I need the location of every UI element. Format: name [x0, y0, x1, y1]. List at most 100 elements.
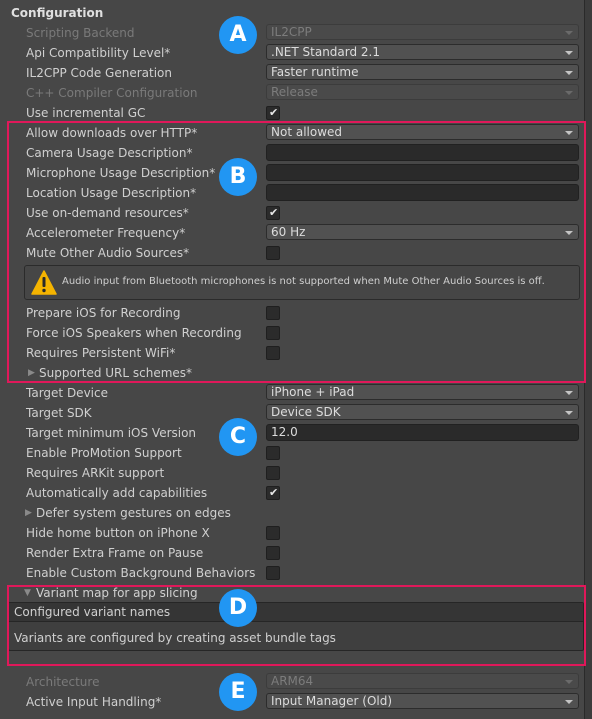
label-location-usage: Location Usage Description*	[26, 186, 197, 200]
dropdown-value: ARM64	[271, 674, 314, 688]
foldout-url-schemes[interactable]: ▶ Supported URL schemes*	[0, 363, 584, 383]
chevron-down-icon	[565, 71, 573, 75]
row-extra-frame: Render Extra Frame on Pause	[0, 543, 584, 563]
checkbox-incremental-gc[interactable]: ✔	[266, 106, 280, 120]
row-persistent-wifi: Requires Persistent WiFi*	[0, 343, 584, 363]
label-defer-gestures: Defer system gestures on edges	[36, 506, 231, 520]
row-location-usage: Location Usage Description*	[0, 183, 584, 203]
caret-right-icon: ▶	[25, 508, 32, 518]
row-scripting-backend: Scripting Backend IL2CPP	[0, 23, 584, 43]
row-microphone-usage: Microphone Usage Description*	[0, 163, 584, 183]
checkbox-force-speakers[interactable]	[266, 326, 280, 340]
row-mute-audio: Mute Other Audio Sources*	[0, 243, 584, 263]
warning-helpbox: Audio input from Bluetooth microphones i…	[24, 265, 580, 300]
row-force-speakers: Force iOS Speakers when Recording	[0, 323, 584, 343]
row-input-handling: Active Input Handling* Input Manager (Ol…	[0, 692, 584, 712]
row-target-sdk: Target SDK Device SDK	[0, 403, 584, 423]
dropdown-value: Release	[271, 85, 318, 99]
label-scripting-backend: Scripting Backend	[26, 26, 135, 40]
input-camera-usage[interactable]	[266, 144, 579, 161]
dropdown-value: Device SDK	[271, 405, 341, 419]
chevron-down-icon	[565, 131, 573, 135]
row-camera-usage: Camera Usage Description*	[0, 143, 584, 163]
dropdown-api-compat[interactable]: .NET Standard 2.1	[266, 44, 579, 60]
row-incremental-gc: Use incremental GC ✔	[0, 103, 584, 123]
warning-text: Audio input from Bluetooth microphones i…	[62, 276, 545, 287]
checkbox-auto-caps[interactable]: ✔	[266, 486, 280, 500]
caret-right-icon: ▶	[28, 368, 35, 378]
label-persistent-wifi: Requires Persistent WiFi*	[26, 346, 176, 360]
row-auto-caps: Automatically add capabilities ✔	[0, 483, 584, 503]
label-il2cpp-codegen: IL2CPP Code Generation	[26, 66, 173, 80]
warning-icon	[31, 270, 57, 295]
row-promotion: Enable ProMotion Support	[0, 443, 584, 463]
dropdown-value: 60 Hz	[271, 225, 306, 239]
dropdown-target-sdk[interactable]: Device SDK	[266, 404, 579, 420]
row-target-device: Target Device iPhone + iPad	[0, 383, 584, 403]
checkbox-custom-bg[interactable]	[266, 566, 280, 580]
label-incremental-gc: Use incremental GC	[26, 106, 146, 120]
chevron-down-icon	[565, 231, 573, 235]
row-architecture: Architecture ARM64	[0, 672, 584, 692]
label-cpp-compiler: C++ Compiler Configuration	[26, 86, 198, 100]
chevron-down-icon	[565, 51, 573, 55]
dropdown-architecture: ARM64	[266, 673, 579, 689]
dropdown-allow-http[interactable]: Not allowed	[266, 124, 579, 140]
checkbox-extra-frame[interactable]	[266, 546, 280, 560]
label-prepare-recording: Prepare iOS for Recording	[26, 306, 181, 320]
row-api-compat: Api Compatibility Level* .NET Standard 2…	[0, 43, 584, 63]
label-allow-http: Allow downloads over HTTP*	[26, 126, 198, 140]
checkbox-mute-audio[interactable]	[266, 246, 280, 260]
label-input-handling: Active Input Handling*	[26, 695, 162, 709]
variant-list-header: Configured variant names	[9, 603, 583, 622]
checkbox-prepare-recording[interactable]	[266, 306, 280, 320]
dropdown-il2cpp-codegen[interactable]: Faster runtime	[266, 64, 579, 80]
label-promotion: Enable ProMotion Support	[26, 446, 182, 460]
checkmark-icon: ✔	[269, 106, 279, 119]
row-custom-bg: Enable Custom Background Behaviors	[0, 563, 584, 583]
input-value: 12.0	[271, 425, 298, 439]
variant-list-header-text: Configured variant names	[14, 605, 171, 619]
chevron-down-icon	[565, 31, 573, 35]
row-on-demand: Use on-demand resources* ✔	[0, 203, 584, 223]
row-prepare-recording: Prepare iOS for Recording	[0, 303, 584, 323]
dropdown-input-handling[interactable]: Input Manager (Old)	[266, 693, 579, 709]
label-custom-bg: Enable Custom Background Behaviors	[26, 566, 256, 580]
label-force-speakers: Force iOS Speakers when Recording	[26, 326, 242, 340]
variant-list-empty-text: Variants are configured by creating asse…	[14, 631, 336, 645]
label-mute-audio: Mute Other Audio Sources*	[26, 246, 190, 260]
row-arkit: Requires ARKit support	[0, 463, 584, 483]
dropdown-target-device[interactable]: iPhone + iPad	[266, 384, 579, 400]
label-microphone-usage: Microphone Usage Description*	[26, 166, 216, 180]
section-title: Configuration	[11, 6, 104, 20]
input-min-ios[interactable]: 12.0	[266, 424, 579, 441]
label-arkit: Requires ARKit support	[26, 466, 165, 480]
dropdown-accelerometer[interactable]: 60 Hz	[266, 224, 579, 240]
callout-badge-e: E	[219, 673, 257, 711]
row-cpp-compiler: C++ Compiler Configuration Release	[0, 83, 584, 103]
checkbox-persistent-wifi[interactable]	[266, 346, 280, 360]
label-auto-caps: Automatically add capabilities	[26, 486, 208, 500]
dropdown-value: Not allowed	[271, 125, 343, 139]
input-location-usage[interactable]	[266, 184, 579, 201]
callout-badge-a: A	[219, 16, 257, 54]
dropdown-scripting-backend: IL2CPP	[266, 24, 579, 40]
checkbox-promotion[interactable]	[266, 446, 280, 460]
foldout-variant-map[interactable]: ▼ Variant map for app slicing	[0, 583, 584, 603]
checkbox-arkit[interactable]	[266, 466, 280, 480]
label-target-device: Target Device	[26, 386, 108, 400]
label-target-sdk: Target SDK	[26, 406, 92, 420]
chevron-down-icon	[565, 680, 573, 684]
caret-down-icon: ▼	[24, 588, 31, 598]
callout-badge-b: B	[219, 158, 257, 196]
checkbox-hide-home[interactable]	[266, 526, 280, 540]
callout-badge-c: C	[219, 418, 257, 456]
foldout-defer-gestures[interactable]: ▶ Defer system gestures on edges	[0, 503, 584, 523]
checkbox-on-demand[interactable]: ✔	[266, 206, 280, 220]
chevron-down-icon	[565, 700, 573, 704]
input-microphone-usage[interactable]	[266, 164, 579, 181]
label-url-schemes: Supported URL schemes*	[39, 366, 193, 380]
chevron-down-icon	[565, 411, 573, 415]
label-min-ios: Target minimum iOS Version	[26, 426, 197, 440]
label-extra-frame: Render Extra Frame on Pause	[26, 546, 204, 560]
